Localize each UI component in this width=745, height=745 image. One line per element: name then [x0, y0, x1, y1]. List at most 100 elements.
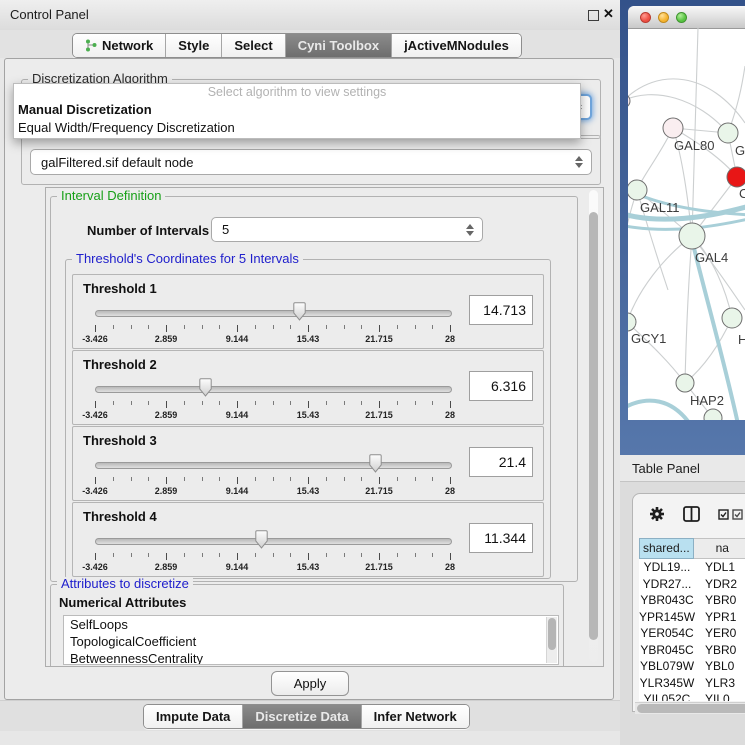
zoom-window-icon[interactable] — [676, 12, 687, 23]
close-window-icon[interactable] — [640, 12, 651, 23]
attribute-list-item[interactable]: TopologicalCoefficient — [64, 633, 558, 650]
dropdown-option-manual[interactable]: Manual Discretization — [14, 101, 580, 119]
slider-track[interactable] — [95, 310, 452, 317]
threshold-4-value-field[interactable]: 11.344 — [469, 523, 533, 553]
tab-network[interactable]: Network — [73, 34, 165, 57]
network-window[interactable]: GAL80GACGAL11GAL4GCY1HHAP2 — [628, 6, 745, 420]
network-node-gcy1[interactable] — [628, 313, 636, 331]
attribute-list-item[interactable]: SelfLoops — [64, 616, 558, 633]
tab-label: Network — [102, 38, 153, 53]
select-columns-icon[interactable] — [718, 509, 743, 520]
network-edge[interactable] — [637, 128, 673, 190]
close-panel-icon[interactable]: ✕ — [603, 6, 614, 22]
network-window-titlebar[interactable] — [628, 6, 745, 29]
slider-tick — [344, 553, 345, 557]
slider-tick — [273, 325, 274, 329]
slider-tick — [326, 401, 327, 405]
table-row[interactable]: YBR045CYBR0 — [639, 642, 745, 659]
dropdown-placeholder-item[interactable]: Select algorithm to view settings — [14, 84, 580, 101]
threshold-3-slider[interactable]: -3.4262.8599.14415.4321.71528 — [95, 453, 450, 499]
network-node-gal11[interactable] — [628, 180, 647, 200]
slider-tick-label: 2.859 — [155, 486, 178, 496]
network-edge[interactable] — [628, 79, 745, 123]
minimize-window-icon[interactable] — [658, 12, 669, 23]
network-edge[interactable] — [628, 236, 692, 322]
network-node-gal80[interactable] — [663, 118, 683, 138]
apply-button[interactable]: Apply — [271, 671, 349, 696]
threshold-4-box: Threshold 4-3.4262.8599.14415.4321.71528… — [72, 502, 544, 577]
slider-track[interactable] — [95, 462, 452, 469]
numerical-attributes-heading: Numerical Attributes — [59, 595, 186, 610]
column-header-1[interactable]: shared... — [639, 538, 694, 559]
numerical-attributes-list[interactable]: SelfLoopsTopologicalCoefficientBetweenne… — [63, 615, 559, 665]
settings-scrollpane: Interval Definition Number of Intervals … — [45, 187, 604, 667]
threshold-label: Threshold 1 — [83, 281, 157, 296]
table-row[interactable]: YPR145WYPR1 — [639, 609, 745, 626]
column-layout-icon[interactable] — [683, 506, 700, 522]
slider-tick — [131, 401, 132, 405]
column-header-2[interactable]: na — [694, 538, 745, 559]
tab-style[interactable]: Style — [165, 34, 221, 57]
slider-tick-label: -3.426 — [82, 334, 108, 344]
network-node-h[interactable] — [722, 308, 742, 328]
table-row[interactable]: YBR043CYBR0 — [639, 592, 745, 609]
settings-scrollbar[interactable] — [589, 190, 598, 662]
float-panel-icon[interactable] — [588, 10, 599, 21]
network-edge[interactable] — [685, 236, 692, 383]
table-row[interactable]: YIL052CYIL0 — [639, 691, 745, 701]
tab-select[interactable]: Select — [221, 34, 284, 57]
table-row[interactable]: YDR27...YDR2 — [639, 576, 745, 593]
tab-jactivemnodules[interactable]: jActiveMNodules — [391, 34, 521, 57]
gear-icon[interactable] — [649, 506, 665, 522]
dropdown-option-equal-width[interactable]: Equal Width/Frequency Discretization — [14, 119, 580, 137]
table-row[interactable]: YLR345WYLR3 — [639, 675, 745, 692]
slider-tick — [379, 477, 380, 484]
network-edge[interactable] — [692, 28, 698, 236]
network-edge-weighted[interactable] — [628, 401, 690, 420]
slider-tick — [432, 553, 433, 557]
network-node-hap2[interactable] — [676, 374, 694, 392]
table-row[interactable]: YER054CYER0 — [639, 625, 745, 642]
slider-tick — [255, 325, 256, 329]
tab-infer-network[interactable]: Infer Network — [361, 705, 469, 728]
slider-tick — [308, 401, 309, 408]
table-row[interactable]: YBL079WYBL0 — [639, 658, 745, 675]
list-scrollbar[interactable] — [546, 617, 557, 663]
slider-tick — [219, 325, 220, 329]
threshold-3-value-field[interactable]: 21.4 — [469, 447, 533, 477]
bottom-tab-group: Impute DataDiscretize DataInfer Network — [143, 704, 470, 729]
network-edge[interactable] — [692, 236, 732, 318]
slider-thumb[interactable] — [293, 302, 306, 321]
number-of-intervals-value: 5 — [222, 222, 229, 237]
network-node-gal4[interactable] — [679, 223, 705, 249]
network-node-ga[interactable] — [718, 123, 738, 143]
table-panel-body: shared...na YDL19...YDL1YDR27...YDR2YBR0… — [632, 493, 745, 712]
tab-discretize-data[interactable]: Discretize Data — [242, 705, 360, 728]
tab-cyni-toolbox[interactable]: Cyni Toolbox — [285, 34, 391, 57]
slider-thumb[interactable] — [369, 454, 382, 473]
network-edge[interactable] — [628, 190, 637, 260]
slider-thumb[interactable] — [255, 530, 268, 549]
slider-thumb[interactable] — [199, 378, 212, 397]
threshold-3-box: Threshold 3-3.4262.8599.14415.4321.71528… — [72, 426, 544, 501]
table-horizontal-scrollbar[interactable] — [635, 702, 745, 714]
slider-tick — [344, 325, 345, 329]
table-data-combobox[interactable]: galFiltered.sif default node — [30, 149, 592, 175]
network-node-c[interactable] — [727, 167, 745, 187]
tab-impute-data[interactable]: Impute Data — [144, 705, 242, 728]
slider-track[interactable] — [95, 386, 452, 393]
slider-track[interactable] — [95, 538, 452, 545]
attribute-list-item[interactable]: BetweennessCentrality — [64, 650, 558, 665]
threshold-1-value-field[interactable]: 14.713 — [469, 295, 533, 325]
network-canvas[interactable]: GAL80GACGAL11GAL4GCY1HHAP2 — [628, 28, 745, 420]
table-row[interactable]: YDL19...YDL1 — [639, 559, 745, 576]
table-cell: YDR2 — [695, 576, 745, 593]
threshold-2-value-field[interactable]: 6.316 — [469, 371, 533, 401]
slider-tick — [397, 401, 398, 405]
slider-tick — [113, 477, 114, 481]
threshold-2-slider[interactable]: -3.4262.8599.14415.4321.71528 — [95, 377, 450, 423]
threshold-1-slider[interactable]: -3.4262.8599.14415.4321.71528 — [95, 301, 450, 347]
number-of-intervals-combobox[interactable]: 5 — [211, 217, 483, 242]
slider-tick-label: 9.144 — [226, 410, 249, 420]
threshold-4-slider[interactable]: -3.4262.8599.14415.4321.71528 — [95, 529, 450, 575]
